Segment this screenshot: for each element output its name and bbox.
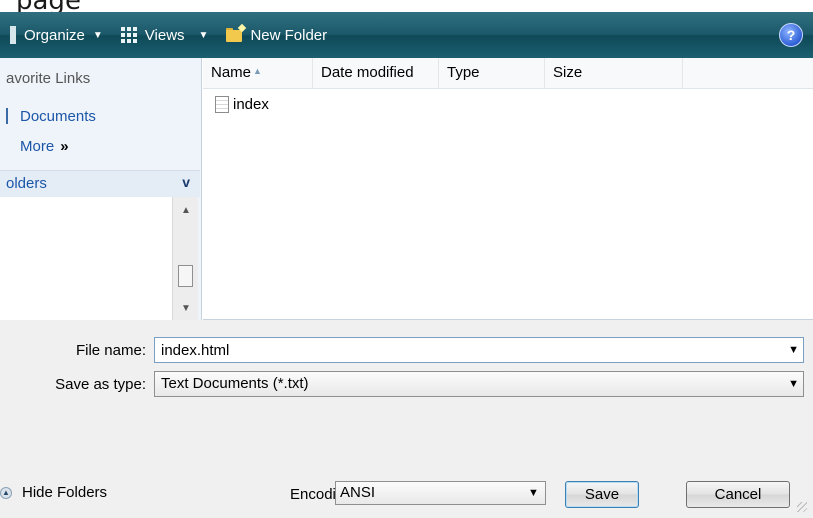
documents-icon <box>6 108 8 124</box>
views-icon <box>120 27 137 43</box>
command-toolbar: Organize ▼ Views ▼ New Folder ? <box>0 12 813 58</box>
favorite-link-documents[interactable]: Documents <box>20 108 96 125</box>
encoding-value: ANSI <box>340 484 376 501</box>
save-as-type-value: Text Documents (*.txt) <box>161 375 309 392</box>
scroll-down-icon[interactable]: ▼ <box>181 303 191 314</box>
new-folder-button[interactable]: New Folder <box>220 20 333 50</box>
views-label: Views <box>144 26 185 44</box>
column-header-size[interactable]: Size <box>545 58 683 88</box>
column-header-name[interactable]: ▲ Name <box>203 58 313 88</box>
more-links-button[interactable]: More » <box>20 138 69 155</box>
save-button-label: Save <box>584 486 620 503</box>
column-date-label: Date modified <box>321 64 414 81</box>
sort-ascending-icon: ▲ <box>253 66 262 76</box>
encoding-select[interactable]: ANSI <box>335 481 546 505</box>
chevron-down-icon: v <box>182 174 190 190</box>
save-options-panel: File name: ▼ Save as type: Text Document… <box>0 320 813 518</box>
folder-tree[interactable] <box>0 197 172 320</box>
column-header-row: ▲ Name Date modified Type Size <box>203 58 813 89</box>
file-item-name: index <box>233 96 269 113</box>
text-document-icon <box>215 96 229 113</box>
folders-label: olders <box>6 175 47 192</box>
collapse-arrow-icon: ▲ <box>0 486 12 499</box>
file-item[interactable]: index <box>215 96 269 113</box>
hide-folders-label: Hide Folders <box>22 484 108 501</box>
chevron-down-icon: ▼ <box>92 29 103 41</box>
folders-toggle[interactable]: olders v <box>0 170 200 197</box>
organize-label: Organize <box>24 26 85 44</box>
favorite-links-heading: avorite Links <box>6 70 91 87</box>
scroll-up-icon[interactable]: ▲ <box>181 205 191 216</box>
save-as-type-label: Save as type: <box>55 376 146 393</box>
column-type-label: Type <box>447 64 480 81</box>
chevron-down-icon[interactable]: ▼ <box>788 378 799 390</box>
save-as-type-select[interactable]: Text Documents (*.txt) <box>154 371 804 397</box>
file-name-label: File name: <box>75 342 146 359</box>
hide-folders-button[interactable]: ▲ Hide Folders <box>0 484 107 501</box>
column-name-label: Name <box>211 64 252 81</box>
help-button[interactable]: ? <box>779 23 803 47</box>
file-name-input[interactable] <box>154 337 804 363</box>
file-name-dropdown-icon[interactable]: ▼ <box>788 344 799 356</box>
window-title-strip: page <box>0 0 813 12</box>
new-folder-label: New Folder <box>250 26 328 44</box>
more-label: More <box>20 138 55 155</box>
chevron-down-icon[interactable]: ▼ <box>528 487 539 499</box>
column-header-date-modified[interactable]: Date modified <box>313 58 439 88</box>
save-button[interactable]: Save <box>565 481 639 508</box>
folder-tree-scrollbar[interactable]: ▲ ▼ <box>172 197 198 320</box>
cancel-button[interactable]: Cancel <box>686 481 790 508</box>
scrollbar-thumb[interactable] <box>178 265 193 287</box>
file-list[interactable]: ▲ Name Date modified Type Size index <box>203 58 813 320</box>
help-icon: ? <box>786 27 796 43</box>
window-title: page <box>16 0 81 12</box>
cancel-button-label: Cancel <box>714 486 762 503</box>
organize-icon <box>10 26 16 44</box>
column-header-type[interactable]: Type <box>439 58 545 88</box>
chevron-down-icon: ▼ <box>198 29 209 41</box>
navigation-pane: avorite Links Documents More » olders v ▲… <box>0 58 202 320</box>
column-size-label: Size <box>553 64 583 81</box>
resize-grip-icon[interactable] <box>797 502 807 512</box>
new-folder-icon <box>226 23 247 42</box>
organize-button[interactable]: Organize ▼ <box>4 20 109 50</box>
double-chevron-icon: » <box>60 138 69 155</box>
views-button[interactable]: Views ▼ <box>115 20 215 50</box>
